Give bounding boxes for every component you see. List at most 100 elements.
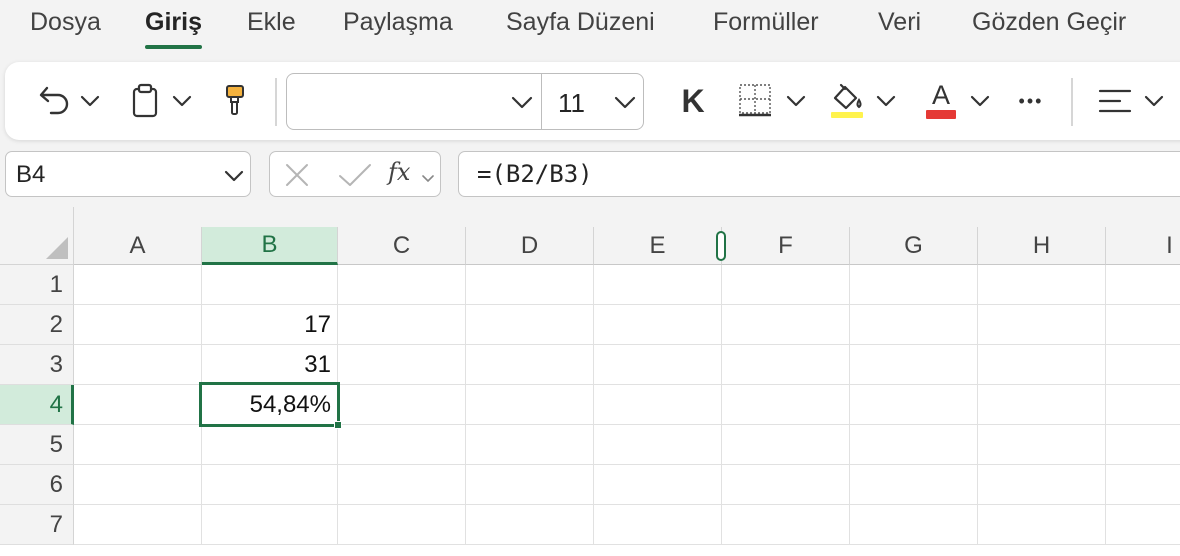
cell-b5[interactable] <box>202 425 338 465</box>
cell-b6[interactable] <box>202 465 338 505</box>
undo-dropdown-button[interactable] <box>77 88 103 114</box>
tab-paylasma[interactable]: Paylaşma <box>343 8 453 37</box>
cell-i5[interactable] <box>1106 425 1180 465</box>
cell-g4[interactable] <box>850 385 978 425</box>
cell-h4[interactable] <box>978 385 1106 425</box>
cell-c1[interactable] <box>338 265 466 305</box>
fill-color-button[interactable] <box>827 78 867 122</box>
cell-a6[interactable] <box>74 465 202 505</box>
column-header-i[interactable]: I <box>1106 227 1180 265</box>
tab-giris[interactable]: Giriş <box>145 8 202 37</box>
cell-b3[interactable]: 31 <box>202 345 338 385</box>
cell-c3[interactable] <box>338 345 466 385</box>
column-header-c[interactable]: C <box>338 227 466 265</box>
format-painter-button[interactable] <box>217 80 253 122</box>
more-options-button[interactable]: ••• <box>1009 84 1053 118</box>
cell-f5[interactable] <box>722 425 850 465</box>
cell-d5[interactable] <box>466 425 594 465</box>
cell-i1[interactable] <box>1106 265 1180 305</box>
cell-c6[interactable] <box>338 465 466 505</box>
column-header-d[interactable]: D <box>466 227 594 265</box>
cell-i6[interactable] <box>1106 465 1180 505</box>
cell-a3[interactable] <box>74 345 202 385</box>
borders-button[interactable] <box>733 78 777 122</box>
align-button[interactable] <box>1095 80 1135 122</box>
column-split-handle[interactable] <box>716 231 726 261</box>
cell-h6[interactable] <box>978 465 1106 505</box>
cell-a1[interactable] <box>74 265 202 305</box>
cell-e3[interactable] <box>594 345 722 385</box>
fill-color-dropdown-button[interactable] <box>873 88 899 114</box>
confirm-formula-button[interactable] <box>338 162 372 188</box>
cell-h3[interactable] <box>978 345 1106 385</box>
cell-h7[interactable] <box>978 505 1106 545</box>
tab-formuller[interactable]: Formüller <box>713 8 819 37</box>
cell-c4[interactable] <box>338 385 466 425</box>
column-header-b[interactable]: B <box>202 227 338 265</box>
cell-g6[interactable] <box>850 465 978 505</box>
cell-e1[interactable] <box>594 265 722 305</box>
cell-f1[interactable] <box>722 265 850 305</box>
cell-i3[interactable] <box>1106 345 1180 385</box>
column-header-g[interactable]: G <box>850 227 978 265</box>
cell-g3[interactable] <box>850 345 978 385</box>
cell-f6[interactable] <box>722 465 850 505</box>
cell-d7[interactable] <box>466 505 594 545</box>
cell-d4[interactable] <box>466 385 594 425</box>
cell-e4[interactable] <box>594 385 722 425</box>
select-all-button[interactable] <box>0 207 74 265</box>
cell-d1[interactable] <box>466 265 594 305</box>
cell-f2[interactable] <box>722 305 850 345</box>
cell-a5[interactable] <box>74 425 202 465</box>
name-box[interactable]: B4 <box>5 151 251 197</box>
font-size-dropdown[interactable]: 11 <box>542 74 643 129</box>
align-dropdown-button[interactable] <box>1141 88 1167 114</box>
cell-g5[interactable] <box>850 425 978 465</box>
undo-button[interactable] <box>35 80 75 122</box>
cell-h1[interactable] <box>978 265 1106 305</box>
row-header-3[interactable]: 3 <box>0 345 74 385</box>
paste-button[interactable] <box>127 80 163 122</box>
row-header-2[interactable]: 2 <box>0 305 74 345</box>
cell-d3[interactable] <box>466 345 594 385</box>
tab-gozden-gecir[interactable]: Gözden Geçir <box>972 8 1126 37</box>
cell-e2[interactable] <box>594 305 722 345</box>
cell-c2[interactable] <box>338 305 466 345</box>
font-name-dropdown[interactable] <box>287 74 542 129</box>
row-header-6[interactable]: 6 <box>0 465 74 505</box>
row-header-4[interactable]: 4 <box>0 385 74 425</box>
cancel-formula-button[interactable] <box>284 162 312 188</box>
cell-i4[interactable] <box>1106 385 1180 425</box>
cell-h2[interactable] <box>978 305 1106 345</box>
cell-e7[interactable] <box>594 505 722 545</box>
cell-a4[interactable] <box>74 385 202 425</box>
cell-g1[interactable] <box>850 265 978 305</box>
cell-h5[interactable] <box>978 425 1106 465</box>
tab-sayfa-duzeni[interactable]: Sayfa Düzeni <box>506 8 655 37</box>
font-color-button[interactable]: A <box>921 76 961 122</box>
cell-a7[interactable] <box>74 505 202 545</box>
cell-f3[interactable] <box>722 345 850 385</box>
cell-i2[interactable] <box>1106 305 1180 345</box>
fill-handle[interactable] <box>334 421 342 429</box>
formula-input[interactable]: =(B2/B3) <box>458 151 1180 197</box>
cell-c7[interactable] <box>338 505 466 545</box>
cell-g2[interactable] <box>850 305 978 345</box>
row-header-7[interactable]: 7 <box>0 505 74 545</box>
column-header-f[interactable]: F <box>722 227 850 265</box>
cell-a2[interactable] <box>74 305 202 345</box>
tab-ekle[interactable]: Ekle <box>247 8 296 37</box>
row-header-1[interactable]: 1 <box>0 265 74 305</box>
cell-b4[interactable]: 54,84% <box>202 385 338 425</box>
borders-dropdown-button[interactable] <box>783 88 809 114</box>
font-color-dropdown-button[interactable] <box>967 88 993 114</box>
cell-b1[interactable] <box>202 265 338 305</box>
cell-f4[interactable] <box>722 385 850 425</box>
column-header-a[interactable]: A <box>74 227 202 265</box>
cell-i7[interactable] <box>1106 505 1180 545</box>
cell-c5[interactable] <box>338 425 466 465</box>
tab-dosya[interactable]: Dosya <box>30 8 101 37</box>
insert-function-button[interactable]: fx <box>386 158 438 190</box>
cell-d2[interactable] <box>466 305 594 345</box>
cell-e5[interactable] <box>594 425 722 465</box>
